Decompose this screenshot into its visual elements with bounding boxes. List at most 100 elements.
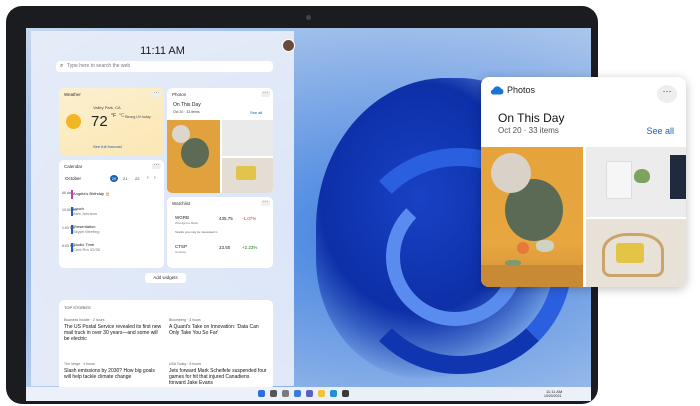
start-icon[interactable] — [258, 390, 265, 397]
calendar-month: October — [65, 176, 82, 181]
tray-date[interactable]: 10/20/2021 — [544, 394, 562, 398]
calendar-day[interactable]: 22 — [135, 176, 139, 181]
news-headline: Slash emissions by 2030? How big goals w… — [64, 368, 155, 380]
news-source: USA Today · 5 hours — [169, 362, 202, 366]
news-source: The Verge · 4 hours — [64, 362, 95, 366]
weather-widget[interactable]: Weather ··· Valley Park, CA 72 °F °C Str… — [59, 88, 164, 155]
news-feed: TOP STORIES Business Insider · 2 hours T… — [59, 300, 273, 390]
widgets-icon[interactable] — [294, 390, 301, 397]
news-headline: The US Postal Service revealed its first… — [64, 324, 162, 342]
photo-tile-still-life[interactable] — [481, 147, 583, 287]
photos-card[interactable]: Photos ··· On This Day Oct 20 · 33 items… — [481, 77, 686, 287]
camera — [306, 15, 311, 20]
news-item[interactable]: The Verge · 4 hours Slash emissions by 2… — [64, 362, 162, 380]
news-headline: Jets forward Mark Scheifele suspended fo… — [169, 368, 267, 386]
sun-icon — [66, 114, 81, 129]
photo-shape — [172, 125, 190, 143]
task-view-icon[interactable] — [282, 390, 289, 397]
search-placeholder: Type here to search the web — [67, 63, 131, 69]
photos-widget[interactable]: Photos ··· On This Day Oct 20 · 33 items… — [167, 88, 273, 193]
weather-unit-c[interactable]: °C — [119, 113, 125, 119]
photos-widget-see-all[interactable]: See all — [250, 110, 262, 115]
event-subtitle: Conf Rm 32/35 — [73, 247, 100, 252]
weather-forecast-link[interactable]: See full forecast — [93, 144, 122, 149]
plant — [634, 169, 650, 183]
calendar-widget[interactable]: Calendar ··· October 20 21 22 ‹ › All da… — [59, 160, 164, 268]
photo-tile-chair[interactable] — [586, 219, 686, 287]
see-all-link[interactable]: See all — [646, 126, 674, 136]
edge-icon[interactable] — [330, 390, 337, 397]
event-item[interactable]: Studio Time Conf Rm 32/35 — [73, 242, 100, 252]
photo-tile[interactable] — [167, 120, 220, 193]
weather-location: Valley Park, CA — [93, 105, 121, 110]
photo-tile-plant-wall[interactable] — [586, 147, 686, 217]
bowl — [505, 260, 521, 266]
photo-shape — [236, 166, 256, 180]
more-options-button[interactable]: ··· — [657, 85, 677, 103]
weather-title: Weather — [64, 92, 81, 97]
table-surface — [481, 265, 583, 287]
news-header: TOP STORIES — [64, 305, 91, 310]
frame — [606, 161, 632, 199]
stock-symbol: CTSP — [175, 244, 188, 249]
news-headline: A Quant's Take on Innovation: 'Data Can … — [169, 324, 259, 336]
calendar-title: Calendar — [64, 164, 83, 169]
photos-card-heading: On This Day — [498, 111, 565, 125]
store-icon[interactable] — [342, 390, 349, 397]
event-subtitle: Alex Johnson — [73, 211, 98, 216]
event-title: Angela's Birthday 🎂 — [73, 191, 111, 196]
stock-price: 23.50 — [219, 245, 231, 250]
dark-frame — [670, 155, 686, 199]
photos-widget-title: Photos — [172, 92, 187, 97]
stock-name: Woodgrove Bank — [175, 221, 198, 225]
panel-time: 11:11 AM — [140, 45, 185, 57]
calendar-day-today[interactable]: 20 — [110, 175, 118, 182]
taskbar: 11:11 AM 10/20/2021 — [26, 387, 591, 401]
event-subtitle: Skype Meeting — [73, 229, 100, 234]
search-box[interactable]: ⌕ Type here to search the web — [56, 61, 273, 72]
photos-card-title: Photos — [507, 85, 536, 95]
weather-more-button[interactable]: ··· — [152, 91, 161, 97]
teapot — [536, 240, 554, 252]
avatar[interactable] — [282, 39, 295, 52]
calendar-day[interactable]: 21 — [123, 176, 127, 181]
news-item[interactable]: USA Today · 5 hours Jets forward Mark Sc… — [169, 362, 267, 386]
photos-widget-more-button[interactable]: ··· — [261, 91, 270, 97]
chat-icon[interactable] — [306, 390, 313, 397]
weather-unit-f[interactable]: °F — [111, 113, 116, 119]
news-item[interactable]: Bloomberg · 3 hours A Quant's Take on In… — [169, 318, 267, 336]
photo-tile[interactable] — [222, 158, 273, 193]
yellow-pillow — [616, 243, 644, 263]
add-widgets-button[interactable]: Add widgets — [145, 273, 186, 283]
event-item[interactable]: Lunch Alex Johnson — [73, 206, 97, 216]
photos-card-meta: Oct 20 · 33 items — [498, 126, 559, 135]
photos-widget-heading: On This Day — [173, 102, 201, 108]
watchlist-widget[interactable]: Watchlist ··· WGRB Woodgrove Bank 435.75… — [167, 197, 273, 268]
watchlist-title: Watchlist — [172, 201, 191, 206]
stock-change: +2.23% — [242, 245, 258, 250]
orange-fruit — [517, 242, 529, 254]
weather-uv: Strong UV today — [125, 115, 151, 119]
photo-shape — [181, 138, 209, 168]
news-item[interactable]: Business Insider · 2 hours The US Postal… — [64, 318, 162, 342]
event-item[interactable]: Angela's Birthday 🎂 — [73, 191, 110, 196]
chevron-left-icon[interactable]: ‹ — [147, 175, 149, 181]
widgets-panel: 11:11 AM ⌕ Type here to search the web W… — [31, 31, 295, 390]
stock-name: Contoso — [175, 250, 187, 254]
photos-widget-meta: Oct 20 · 33 items — [173, 110, 200, 114]
news-source: Business Insider · 2 hours — [64, 318, 105, 322]
stock-price: 435.75 — [219, 216, 233, 221]
search-icon: ⌕ — [60, 63, 64, 69]
watchlist-note: Stocks you may be interested in — [175, 230, 218, 234]
file-explorer-icon[interactable] — [318, 390, 325, 397]
news-source: Bloomberg · 3 hours — [169, 318, 201, 322]
grey-disc — [491, 153, 531, 193]
stock-change: -1.07% — [242, 216, 257, 221]
photo-tile[interactable] — [222, 120, 273, 156]
search-icon[interactable] — [270, 390, 277, 397]
chevron-right-icon[interactable]: › — [154, 175, 156, 181]
event-item[interactable]: Presentation Skype Meeting — [73, 224, 99, 234]
calendar-more-button[interactable]: ··· — [152, 163, 161, 169]
watchlist-more-button[interactable]: ··· — [261, 200, 270, 206]
cloud-icon — [490, 86, 504, 95]
